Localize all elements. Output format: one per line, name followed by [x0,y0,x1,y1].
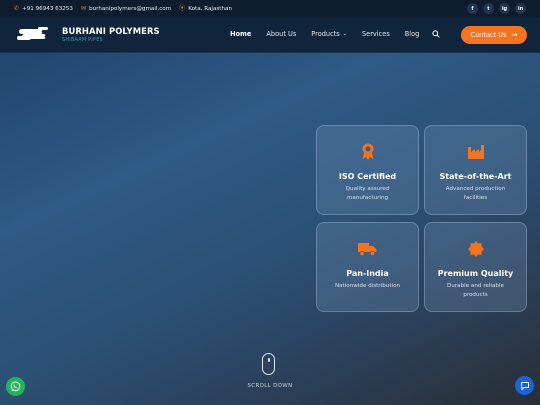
brand-tagline: SHIBAAM PIPES [62,37,103,43]
feature-title: Premium Quality [437,269,514,278]
award-icon [317,143,418,160]
feature-title: Pan-India [346,269,389,278]
nav-blog[interactable]: Blog [405,30,420,38]
feature-card-premium-quality: Premium Quality Durable and reliable pro… [424,222,527,312]
phone-text: +91 96943 63253 [22,5,73,12]
scroll-down-label: SCROLL DOWN [247,383,293,389]
email-contact[interactable]: ✉ burhanipolymers@gmail.com [80,4,172,12]
badge-icon [425,240,526,257]
feature-card-iso: ISO Certified Quality assured manufactur… [316,125,419,215]
chevron-down-icon: ⌄ [342,31,347,37]
feature-title: State-of-the-Art [439,172,512,181]
search-icon[interactable] [432,30,440,40]
main-nav: Home About Us Products ⌄ Services Blog [230,30,434,38]
location-text: Kota, Rajasthan [188,5,232,12]
email-text: burhanipolymers@gmail.com [89,5,172,12]
arrow-right-icon: → [511,31,518,39]
whatsapp-icon [10,381,21,392]
contact-us-button[interactable]: Contact Us → [461,26,527,44]
feature-title: ISO Certified [338,172,397,181]
pipes-logo-icon [17,27,48,40]
feature-desc: Quality assured manufacturing [345,186,390,201]
feature-desc: Advanced production facilities [445,186,506,201]
nav-products-label: Products [311,30,340,38]
feature-desc: Nationwide distribution [334,283,401,289]
phone-icon: ✆ [14,4,20,12]
chat-button[interactable] [515,376,534,395]
twitter-icon[interactable]: t [483,3,494,14]
brand-name: BURHANI POLYMERS [62,25,160,36]
location-contact: ⦿ Kota, Rajasthan [179,4,232,12]
linkedin-icon[interactable]: in [515,3,526,14]
whatsapp-button[interactable] [6,377,25,396]
phone-contact[interactable]: ✆ +91 96943 63253 [14,4,73,12]
main-header: BURHANI POLYMERS SHIBAAM PIPES Home Abou… [0,17,540,53]
feature-card-state-of-art: State-of-the-Art Advanced production fac… [424,125,527,215]
envelope-icon: ✉ [80,4,87,12]
scroll-wheel [268,358,270,362]
mouse-scroll-icon[interactable] [262,353,275,375]
nav-about[interactable]: About Us [266,30,296,38]
instagram-icon[interactable]: ig [499,3,510,14]
facebook-icon[interactable]: f [467,3,478,14]
top-contact-bar: ✆ +91 96943 63253 ✉ burhanipolymers@gmai… [0,0,540,17]
brand-logo[interactable]: BURHANI POLYMERS SHIBAAM PIPES [16,24,160,44]
feature-desc: Durable and reliable products [447,283,504,298]
contact-us-label: Contact Us [470,31,507,39]
social-links: f t ig in [467,3,526,14]
chat-bubble-icon [520,381,529,390]
industry-icon [425,143,526,160]
nav-services[interactable]: Services [362,30,390,38]
nav-home[interactable]: Home [230,30,251,38]
nav-products[interactable]: Products ⌄ [311,30,347,38]
truck-icon [317,240,418,257]
feature-card-pan-india: Pan-India Nationwide distribution [316,222,419,312]
map-pin-icon: ⦿ [179,4,186,12]
